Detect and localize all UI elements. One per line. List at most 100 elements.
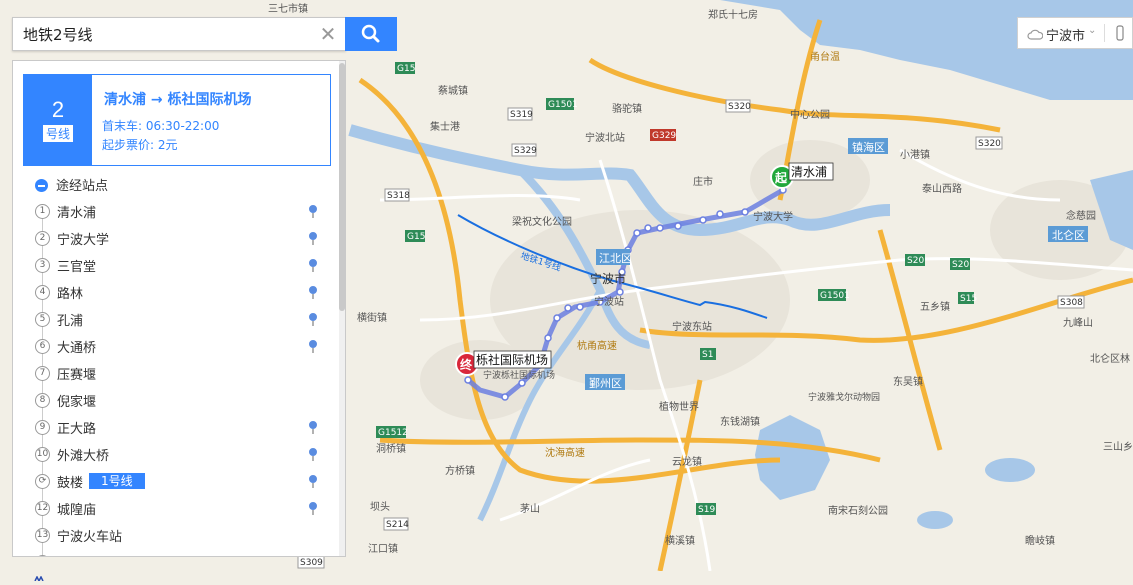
svg-text:植物世界: 植物世界 [659,400,699,413]
svg-text:G329: G329 [652,131,676,141]
location-pin-icon[interactable] [307,338,319,354]
svg-text:北仑区林: 北仑区林 [1090,352,1130,365]
svg-text:S20: S20 [907,256,924,266]
stop-number: 7 [35,366,50,381]
stop-name: 压赛堰 [57,368,97,383]
traffic-icon[interactable] [1112,25,1128,41]
stop-item[interactable]: 13 宁波火车站 [13,522,343,549]
svg-text:镇海区: 镇海区 [852,140,885,154]
city-selector[interactable]: 宁波市 ⌄ [1017,17,1133,49]
schedule-info: 首末车: 06:30-22:00 [102,117,219,134]
clear-search-icon[interactable]: ✕ [313,20,343,48]
svg-text:S319: S319 [510,110,533,120]
svg-text:S1: S1 [702,350,713,360]
svg-text:瞻岐镇: 瞻岐镇 [1025,534,1055,547]
svg-text:S19: S19 [698,505,715,515]
reservoir [985,458,1035,482]
fare-label: 起步票价: [102,138,158,152]
stop-item[interactable]: ⟳ 鼓楼 1号线 [13,468,343,495]
location-pin-icon[interactable] [307,284,319,300]
svg-text:清水浦: 清水浦 [791,165,827,179]
svg-text:宁波大学: 宁波大学 [753,210,793,223]
stop-number: 5 [35,312,50,327]
schedule-value: 06:30-22:00 [145,119,220,133]
svg-text:S320: S320 [728,102,751,112]
svg-text:蔡城镇: 蔡城镇 [438,84,468,97]
stop-item[interactable]: 14 [13,549,343,556]
stop-list: 1 清水浦 2 宁波大学 3 三官堂 4 路林 5 孔浦 6 大通桥 7 压赛堰 8 倪家堰 9 正大路 10 外滩大… [13,198,343,556]
svg-text:方桥镇: 方桥镇 [445,464,475,477]
stops-header-label: 途经站点 [56,179,109,194]
svg-text:五乡镇: 五乡镇 [920,300,950,313]
line-card[interactable]: 2 号线 清水浦 → 栎社国际机场 首末车: 06:30-22:00 起步票价:… [23,74,331,166]
svg-text:庄市: 庄市 [693,175,713,188]
stop-item[interactable]: 8 倪家堰 [13,387,343,414]
scale-mark [34,566,44,582]
svg-text:东吴镇: 东吴镇 [893,375,923,388]
svg-text:栎社国际机场: 栎社国际机场 [476,352,548,367]
stop-item[interactable]: 7 压赛堰 [13,360,343,387]
search-button[interactable] [345,17,397,51]
reservoir-2 [917,511,953,529]
stop-number: 8 [35,393,50,408]
location-pin-icon[interactable] [307,500,319,516]
stop-name: 鼓楼 [57,476,84,491]
svg-text:茅山: 茅山 [520,503,540,515]
svg-text:S318: S318 [387,191,410,201]
city-name: 宁波市 [1046,29,1086,44]
fare-info: 起步票价: 2元 [102,136,178,153]
svg-text:小港镇: 小港镇 [900,148,930,161]
location-pin-icon[interactable] [307,230,319,246]
collapse-icon[interactable] [35,179,48,192]
transfer-tag[interactable]: 1号线 [89,473,145,489]
stop-item[interactable]: 3 三官堂 [13,252,343,279]
svg-text:G15: G15 [397,64,415,74]
location-pin-icon[interactable] [307,203,319,219]
stop-item[interactable]: 5 孔浦 [13,306,343,333]
svg-text:S329: S329 [514,146,537,156]
svg-text:S320: S320 [978,139,1001,149]
line-badge: 2 号线 [24,75,92,165]
stop-number: 14 [35,555,50,556]
stop-number: 13 [35,528,50,543]
stop-item[interactable]: 9 正大路 [13,414,343,441]
svg-text:洞桥镇: 洞桥镇 [376,442,406,455]
svg-text:北仑区: 北仑区 [1052,228,1085,242]
location-pin-icon[interactable] [307,311,319,327]
svg-text:S309: S309 [300,558,323,568]
stop-number: 10 [35,447,50,462]
location-pin-icon[interactable] [307,473,319,489]
stop-item[interactable]: 4 路林 [13,279,343,306]
svg-text:泰山西路: 泰山西路 [922,182,962,195]
stop-item[interactable]: 6 大通桥 [13,333,343,360]
location-pin-icon[interactable] [307,419,319,435]
search-input[interactable] [13,18,309,50]
svg-text:宁波栎社国际机场: 宁波栎社国际机场 [483,369,555,381]
stop-item[interactable]: 1 清水浦 [13,198,343,225]
svg-text:江口镇: 江口镇 [368,542,398,555]
location-pin-icon[interactable] [307,257,319,273]
stop-number: 4 [35,285,50,300]
stop-item[interactable]: 12 城隍庙 [13,495,343,522]
svg-text:杭甬高速: 杭甬高速 [577,339,617,352]
stops-header[interactable]: 途经站点 [35,175,108,194]
location-pin-icon[interactable] [307,446,319,462]
svg-text:甬台温: 甬台温 [810,50,840,63]
svg-text:沈海高速: 沈海高速 [545,446,585,459]
stop-item[interactable]: 10 外滩大桥 [13,441,343,468]
svg-text:宁波雅戈尔动物园: 宁波雅戈尔动物园 [808,391,880,403]
svg-text:S15: S15 [960,294,977,304]
stop-item[interactable]: 2 宁波大学 [13,225,343,252]
svg-text:S214: S214 [386,520,409,530]
search-box: ✕ [12,17,346,51]
svg-text:G1501: G1501 [820,291,850,301]
svg-text:念慈园: 念慈园 [1066,209,1096,222]
svg-text:骆驼镇: 骆驼镇 [612,102,642,115]
svg-text:江北区: 江北区 [599,252,632,265]
svg-text:三山乡: 三山乡 [1103,441,1133,453]
cloud-icon [1027,29,1043,40]
schedule-label: 首末车: [102,119,146,133]
line-unit: 号线 [42,125,73,142]
stop-number: 9 [35,420,50,435]
svg-text:G1501: G1501 [548,100,578,110]
